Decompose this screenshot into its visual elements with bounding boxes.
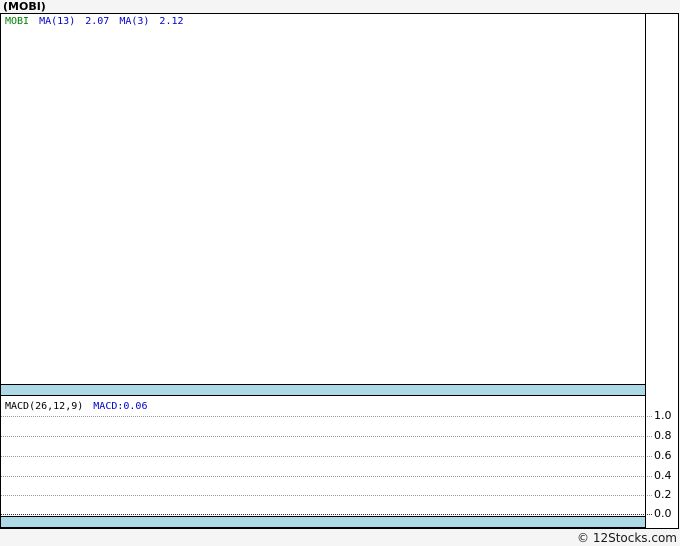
macd-gridline-1.0: [1, 416, 652, 417]
macd-gridline-0.8: [1, 436, 652, 437]
macd-panel-legend: MACD(26,12,9) MACD:0.06: [5, 401, 147, 413]
macd-panel-date-band: [1, 516, 645, 528]
legend-ma13-label: MA(13): [39, 16, 76, 27]
macd-ytick-label: 0.2: [654, 488, 672, 501]
macd-ytick-label: 0.6: [654, 449, 672, 462]
chart-title: (MOBI): [3, 0, 46, 13]
price-panel-legend: MOBI MA(13) 2.07 MA(3) 2.12: [5, 16, 184, 28]
macd-indicator-value: MACD:0.06: [93, 401, 148, 412]
legend-ma3-label: MA(3): [119, 16, 150, 27]
macd-gridline-0.4: [1, 476, 652, 477]
legend-symbol: MOBI: [5, 16, 30, 27]
macd-gridline-0.6: [1, 456, 652, 457]
chart-frame: MOBI MA(13) 2.07 MA(3) 2.12 MACD(26,12,9…: [0, 13, 679, 529]
macd-ytick-label: 0.0: [654, 507, 672, 520]
macd-gridline-zero: [1, 514, 652, 515]
legend-ma3-value: 2.12: [159, 16, 184, 27]
macd-indicator-label: MACD(26,12,9): [5, 401, 84, 412]
footer-credit: © 12Stocks.com: [577, 531, 677, 545]
macd-gridline-0.2: [1, 495, 652, 496]
y-axis-divider: [645, 14, 646, 528]
macd-ytick-label: 0.8: [654, 429, 672, 442]
macd-ytick-label: 1.0: [654, 409, 672, 422]
macd-ytick-label: 0.4: [654, 469, 672, 482]
price-panel-date-band: [1, 384, 645, 396]
legend-ma13-value: 2.07: [85, 16, 110, 27]
